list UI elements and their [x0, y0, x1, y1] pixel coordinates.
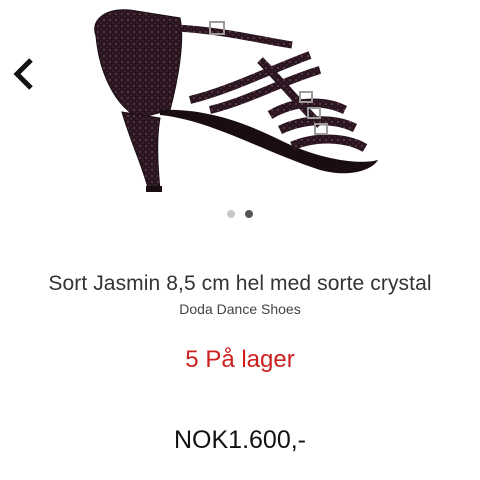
carousel-dot[interactable] — [245, 210, 253, 218]
product-brand: Doda Dance Shoes — [179, 301, 301, 317]
carousel-indicator[interactable] — [0, 210, 480, 218]
back-button[interactable] — [8, 52, 40, 96]
product-title: Sort Jasmin 8,5 cm hel med sorte crystal — [48, 272, 432, 295]
shoe-image — [94, 9, 378, 192]
product-price: NOK1.600,- — [173, 426, 306, 454]
carousel-dot[interactable] — [227, 210, 235, 218]
chevron-left-icon — [13, 58, 33, 90]
stock-status: 5 På lager — [185, 346, 295, 373]
